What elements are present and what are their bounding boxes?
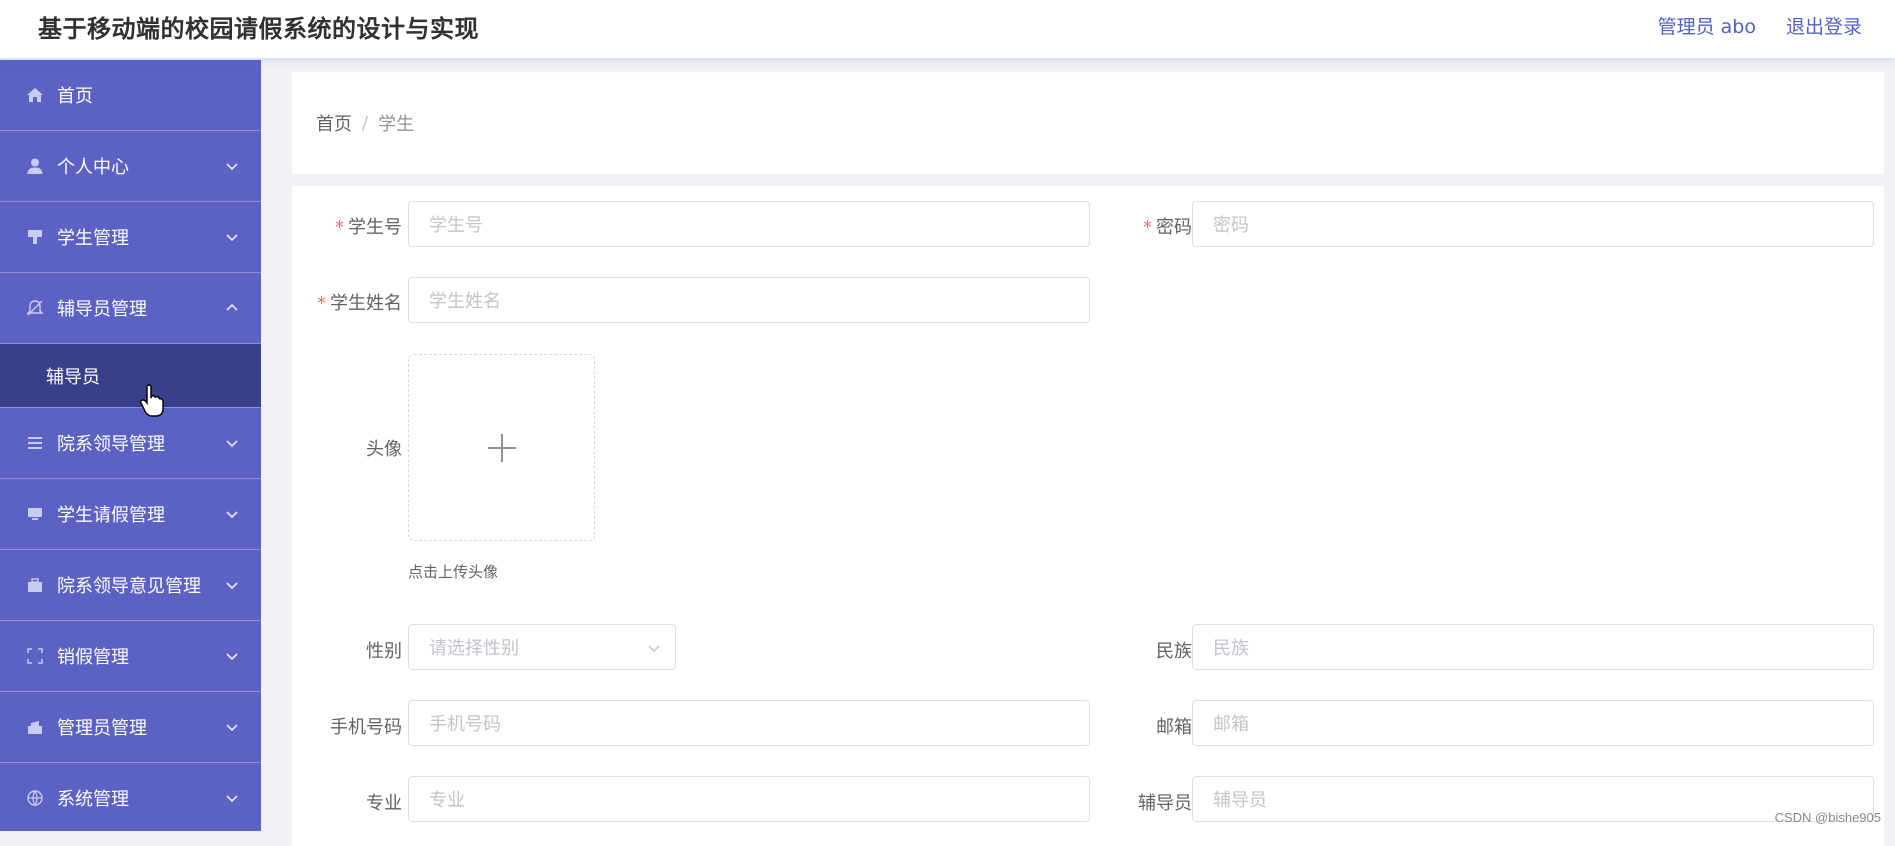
gender-label: 性别 xyxy=(366,641,402,662)
password-label: * 密码 xyxy=(1143,217,1192,238)
plus-icon xyxy=(487,433,516,462)
sidebar-item-label: 管理员管理 xyxy=(57,718,147,739)
major-input[interactable]: 专业 xyxy=(408,776,1090,822)
chevron-down-icon xyxy=(226,653,238,661)
breadcrumb-separator: / xyxy=(362,112,369,134)
avatar-label: 头像 xyxy=(366,439,402,460)
gender-select-placeholder: 请选择性别 xyxy=(429,638,519,659)
sidebar-item-label: 系统管理 xyxy=(57,789,129,810)
email-input[interactable]: 邮箱 xyxy=(1192,700,1874,746)
student-name-label: * 学生姓名 xyxy=(317,293,402,314)
bell-icon xyxy=(26,299,44,317)
sidebar-item-dept-leader-management[interactable]: 院系领导管理 xyxy=(0,408,261,479)
password-input[interactable]: 密码 xyxy=(1192,201,1874,247)
globe-icon xyxy=(26,789,44,807)
monitor-icon xyxy=(26,505,44,523)
sidebar-menu: 首页 个人中心 学生管理 辅导员管理 辅导员 院系领导管理 学生请假管理 院系领… xyxy=(0,60,261,831)
sidebar-item-label: 销假管理 xyxy=(57,647,129,668)
sidebar-item-system-management[interactable]: 系统管理 xyxy=(0,763,261,831)
hand-cursor-icon xyxy=(140,384,164,417)
chevron-down-icon xyxy=(226,511,238,519)
chevron-down-icon xyxy=(226,795,238,803)
header-actions: 管理员 abo 退出登录 xyxy=(1658,12,1862,39)
sidebar-item-leave-management[interactable]: 学生请假管理 xyxy=(0,479,261,550)
sidebar-item-label: 辅导员管理 xyxy=(57,299,147,320)
sidebar-item-cancel-leave-management[interactable]: 销假管理 xyxy=(0,621,261,692)
app-title: 基于移动端的校园请假系统的设计与实现 xyxy=(38,15,479,43)
top-header: 基于移动端的校园请假系统的设计与实现 管理员 abo 退出登录 xyxy=(0,0,1895,58)
ethnicity-label: 民族 xyxy=(1156,641,1192,662)
sidebar-item-label: 学生管理 xyxy=(57,228,129,249)
sidebar-item-admin-management[interactable]: 管理员管理 xyxy=(0,692,261,763)
phone-label: 手机号码 xyxy=(330,717,402,738)
breadcrumb-current: 学生 xyxy=(378,114,415,135)
breadcrumb-home[interactable]: 首页 xyxy=(316,110,352,136)
chevron-down-icon xyxy=(226,440,238,448)
user-icon xyxy=(26,157,44,175)
email-label: 邮箱 xyxy=(1156,717,1192,738)
list-icon xyxy=(26,434,44,452)
avatar-upload-button[interactable] xyxy=(408,354,595,541)
watermark-text: CSDN @bishe905 xyxy=(1774,810,1881,825)
sidebar-item-label: 首页 xyxy=(57,86,93,107)
phone-input[interactable]: 手机号码 xyxy=(408,700,1090,746)
major-label: 专业 xyxy=(366,793,402,814)
gender-select[interactable]: 请选择性别 xyxy=(408,624,676,670)
sidebar-item-label: 院系领导管理 xyxy=(57,434,165,455)
briefcase-icon xyxy=(26,576,44,594)
sidebar-item-home[interactable]: 首页 xyxy=(0,60,261,131)
sidebar-subitem-counselor[interactable]: 辅导员 xyxy=(0,344,261,408)
student-icon xyxy=(26,228,44,246)
chevron-down-icon xyxy=(226,724,238,732)
student-name-input[interactable]: 学生姓名 xyxy=(408,277,1090,323)
chevron-down-icon xyxy=(226,234,238,242)
sidebar-item-personal-center[interactable]: 个人中心 xyxy=(0,131,261,202)
student-form: * 学生号 学生号 * 密码 密码 * 学生姓名 学生姓名 头像 点击上传头像 性别 … xyxy=(292,186,1884,846)
chevron-down-icon xyxy=(648,645,660,652)
sidebar-item-label: 院系领导意见管理 xyxy=(57,576,201,597)
counselor-input[interactable]: 辅导员 xyxy=(1192,776,1874,822)
sidebar-item-counselor-management[interactable]: 辅导员管理 xyxy=(0,273,261,344)
logout-link[interactable]: 退出登录 xyxy=(1786,12,1862,39)
ethnicity-input[interactable]: 民族 xyxy=(1192,624,1874,670)
student-no-input[interactable]: 学生号 xyxy=(408,201,1090,247)
counselor-label: 辅导员 xyxy=(1138,793,1192,814)
sidebar-item-leader-opinion-management[interactable]: 院系领导意见管理 xyxy=(0,550,261,621)
chevron-up-icon xyxy=(226,303,238,311)
student-no-label: * 学生号 xyxy=(335,217,402,238)
sidebar-item-label: 学生请假管理 xyxy=(57,505,165,526)
home-icon xyxy=(26,86,44,104)
admin-icon xyxy=(26,718,44,736)
sidebar-item-label: 个人中心 xyxy=(57,157,129,178)
chevron-down-icon xyxy=(226,582,238,590)
chevron-down-icon xyxy=(226,163,238,171)
breadcrumb: 首页 / 学生 xyxy=(292,72,1884,174)
avatar-upload-tip: 点击上传头像 xyxy=(408,563,499,581)
fullscreen-icon xyxy=(26,647,44,665)
sidebar-item-student-management[interactable]: 学生管理 xyxy=(0,202,261,273)
current-user-label[interactable]: 管理员 abo xyxy=(1658,12,1756,39)
